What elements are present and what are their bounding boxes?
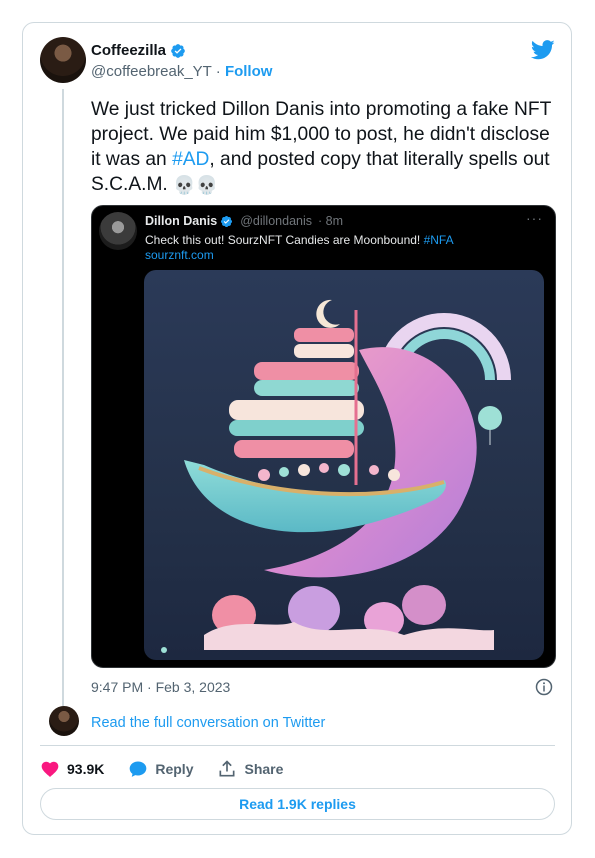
follow-link[interactable]: Follow bbox=[225, 63, 273, 80]
quoted-time: · 8m bbox=[318, 214, 343, 228]
share-label: Share bbox=[244, 761, 284, 777]
author-avatar-small[interactable] bbox=[49, 706, 79, 736]
author-name-row[interactable]: Coffeezilla bbox=[91, 42, 186, 59]
quoted-author-handle[interactable]: @dillondanis bbox=[240, 214, 312, 228]
quoted-text: Check this out! SourzNFT Candies are Moo… bbox=[145, 233, 424, 247]
reply-bubble-icon bbox=[130, 761, 147, 777]
divider bbox=[40, 745, 555, 746]
nft-candy-ship-image[interactable] bbox=[144, 270, 544, 660]
author-avatar[interactable] bbox=[40, 37, 86, 83]
action-bar: 93.9K Reply Share bbox=[40, 757, 307, 781]
skull-emoji: 💀💀 bbox=[173, 175, 218, 195]
quoted-author-row: Dillon Danis @dillondanis · 8m bbox=[145, 214, 343, 228]
hashtag-nfa[interactable]: #NFA bbox=[424, 233, 454, 247]
share-button[interactable]: Share bbox=[217, 759, 283, 779]
share-icon bbox=[219, 760, 235, 777]
quoted-tweet[interactable]: Dillon Danis @dillondanis · 8m ··· Check… bbox=[91, 205, 556, 668]
quoted-tweet-text: Check this out! SourzNFT Candies are Moo… bbox=[145, 232, 454, 248]
verified-badge-icon bbox=[221, 215, 233, 227]
hashtag-ad[interactable]: #AD bbox=[172, 149, 209, 170]
separator-dot: · bbox=[211, 63, 225, 80]
tweet-text: We just tricked Dillon Danis into promot… bbox=[91, 97, 561, 198]
quoted-author-avatar[interactable] bbox=[99, 212, 137, 250]
heart-icon bbox=[41, 761, 59, 777]
quoted-link[interactable]: sourznft.com bbox=[145, 248, 214, 262]
info-icon[interactable] bbox=[535, 678, 553, 696]
like-count: 93.9K bbox=[67, 761, 105, 777]
twitter-bird-icon[interactable] bbox=[531, 39, 555, 61]
read-conversation-link[interactable]: Read the full conversation on Twitter bbox=[91, 715, 325, 731]
handle-row: @coffeebreak_YT · Follow bbox=[91, 63, 272, 80]
like-button[interactable]: 93.9K bbox=[40, 759, 104, 779]
reply-button[interactable]: Reply bbox=[128, 759, 193, 779]
verified-badge-icon bbox=[171, 43, 185, 58]
read-replies-button[interactable]: Read 1.9K replies bbox=[40, 788, 555, 820]
author-handle[interactable]: @coffeebreak_YT bbox=[91, 63, 212, 80]
candy-ship-illustration bbox=[161, 299, 511, 653]
more-options-icon[interactable]: ··· bbox=[526, 210, 543, 226]
reply-label: Reply bbox=[155, 761, 194, 777]
thread-line bbox=[62, 89, 64, 707]
tweet-embed-card: Coffeezilla @coffeebreak_YT · Follow We … bbox=[22, 22, 572, 835]
author-name[interactable]: Coffeezilla bbox=[91, 42, 166, 59]
quoted-author-name[interactable]: Dillon Danis bbox=[145, 214, 217, 228]
tweet-timestamp[interactable]: 9:47 PM · Feb 3, 2023 bbox=[91, 679, 230, 695]
